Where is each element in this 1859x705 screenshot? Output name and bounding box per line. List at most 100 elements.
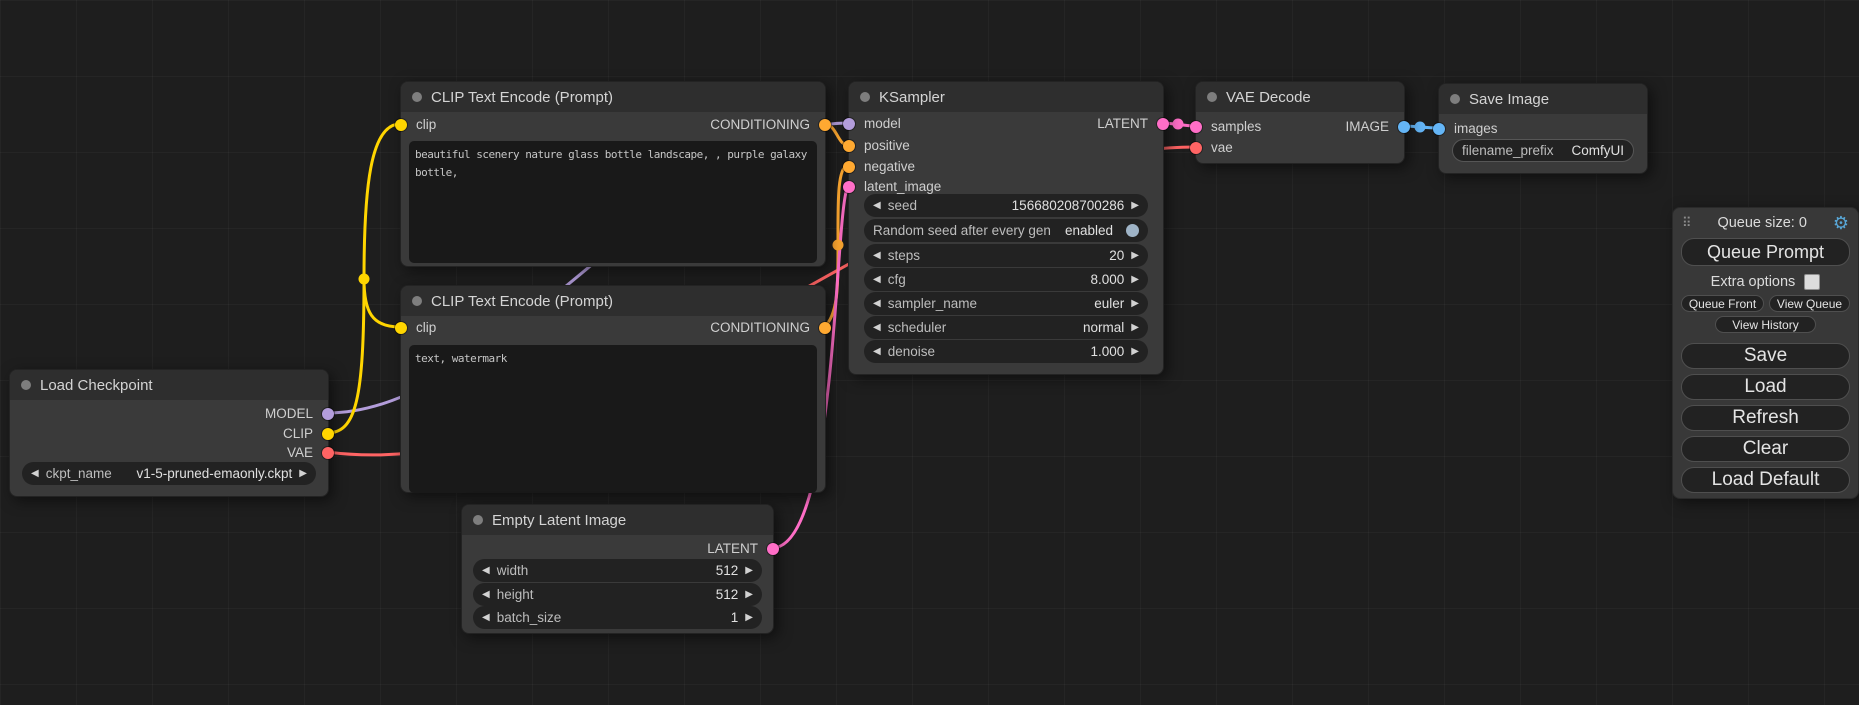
toggle-knob-icon[interactable]	[1126, 224, 1139, 237]
widget-ckpt-name[interactable]: ◀ ckpt_name v1-5-pruned-emaonly.ckpt ▶	[22, 462, 316, 485]
prev-arrow-icon[interactable]: ◀	[873, 299, 881, 309]
extra-options-label: Extra options	[1711, 274, 1796, 290]
node-vae-decode[interactable]: VAE Decode samples vae IMAGE	[1195, 81, 1405, 164]
node-title: VAE Decode	[1226, 89, 1311, 106]
node-empty-latent-image[interactable]: Empty Latent Image LATENT ◀ width 512 ▶ …	[461, 504, 774, 634]
input-dot-latent-image[interactable]	[843, 181, 855, 193]
output-dot-conditioning[interactable]	[819, 119, 831, 131]
save-button[interactable]: Save	[1681, 343, 1850, 369]
output-dot-vae[interactable]	[322, 447, 334, 459]
node-title-bar[interactable]: CLIP Text Encode (Prompt)	[401, 286, 825, 316]
output-dot-model[interactable]	[322, 408, 334, 420]
input-dot-images[interactable]	[1433, 123, 1445, 135]
widget-scheduler[interactable]: ◀ scheduler normal ▶	[864, 316, 1148, 339]
widget-seed[interactable]: ◀ seed 156680208700286 ▶	[864, 194, 1148, 217]
prompt-textarea[interactable]: text, watermark	[409, 345, 817, 493]
next-arrow-icon[interactable]: ▶	[1131, 201, 1139, 211]
widget-width[interactable]: ◀ width 512 ▶	[473, 559, 762, 582]
widget-random-seed[interactable]: Random seed after every gen enabled	[864, 219, 1148, 242]
widget-value: 8.000	[1091, 272, 1125, 287]
input-dot-vae[interactable]	[1190, 142, 1202, 154]
prev-arrow-icon[interactable]: ◀	[873, 201, 881, 211]
collapse-dot-icon[interactable]	[860, 92, 870, 102]
refresh-button[interactable]: Refresh	[1681, 405, 1850, 431]
input-dot-positive[interactable]	[843, 140, 855, 152]
node-title-bar[interactable]: Empty Latent Image	[462, 505, 773, 535]
widget-value: euler	[1094, 296, 1124, 311]
output-dot-conditioning[interactable]	[819, 322, 831, 334]
widget-value: v1-5-pruned-emaonly.ckpt	[136, 466, 292, 481]
output-dot-image[interactable]	[1398, 121, 1410, 133]
node-ksampler[interactable]: KSampler model positive negative latent_…	[848, 81, 1164, 375]
output-slot-vae: VAE	[287, 443, 313, 463]
queue-prompt-button[interactable]: Queue Prompt	[1681, 238, 1850, 266]
node-title-bar[interactable]: Load Checkpoint	[10, 370, 328, 400]
prev-arrow-icon[interactable]: ◀	[482, 613, 490, 623]
widget-cfg[interactable]: ◀ cfg 8.000 ▶	[864, 268, 1148, 291]
view-queue-button[interactable]: View Queue	[1769, 295, 1850, 312]
node-clip-text-encode-negative[interactable]: CLIP Text Encode (Prompt) clip CONDITION…	[400, 285, 826, 493]
prev-arrow-icon[interactable]: ◀	[873, 275, 881, 285]
next-arrow-icon[interactable]: ▶	[745, 613, 753, 623]
node-save-image[interactable]: Save Image images filename_prefix ComfyU…	[1438, 83, 1648, 174]
output-dot-clip[interactable]	[322, 428, 334, 440]
collapse-dot-icon[interactable]	[1450, 94, 1460, 104]
node-title-bar[interactable]: KSampler	[849, 82, 1163, 112]
view-history-button[interactable]: View History	[1715, 316, 1816, 333]
graph-canvas[interactable]: Load Checkpoint MODEL CLIP VAE ◀ ckpt_na…	[0, 0, 1859, 705]
node-load-checkpoint[interactable]: Load Checkpoint MODEL CLIP VAE ◀ ckpt_na…	[9, 369, 329, 497]
widget-batch-size[interactable]: ◀ batch_size 1 ▶	[473, 606, 762, 629]
input-dot-samples[interactable]	[1190, 121, 1202, 133]
queue-front-button[interactable]: Queue Front	[1681, 295, 1764, 312]
prev-arrow-icon[interactable]: ◀	[31, 469, 39, 479]
reroute-dot-conditioning[interactable]	[833, 240, 844, 251]
input-dot-model[interactable]	[843, 118, 855, 130]
widget-label: sampler_name	[888, 296, 977, 311]
next-arrow-icon[interactable]: ▶	[745, 590, 753, 600]
input-slot-negative: negative	[864, 157, 915, 177]
widget-denoise[interactable]: ◀ denoise 1.000 ▶	[864, 340, 1148, 363]
prev-arrow-icon[interactable]: ◀	[873, 347, 881, 357]
collapse-dot-icon[interactable]	[473, 515, 483, 525]
node-title-bar[interactable]: VAE Decode	[1196, 82, 1404, 112]
node-title-bar[interactable]: CLIP Text Encode (Prompt)	[401, 82, 825, 112]
input-dot-clip[interactable]	[395, 119, 407, 131]
output-dot-latent[interactable]	[767, 543, 779, 555]
clear-button[interactable]: Clear	[1681, 436, 1850, 462]
settings-gear-icon[interactable]: ⚙	[1833, 214, 1849, 232]
input-dot-negative[interactable]	[843, 161, 855, 173]
next-arrow-icon[interactable]: ▶	[745, 566, 753, 576]
collapse-dot-icon[interactable]	[21, 380, 31, 390]
load-button[interactable]: Load	[1681, 374, 1850, 400]
next-arrow-icon[interactable]: ▶	[1131, 275, 1139, 285]
prev-arrow-icon[interactable]: ◀	[873, 251, 881, 261]
prev-arrow-icon[interactable]: ◀	[482, 590, 490, 600]
reroute-dot-image[interactable]	[1415, 122, 1426, 133]
next-arrow-icon[interactable]: ▶	[1131, 251, 1139, 261]
widget-steps[interactable]: ◀ steps 20 ▶	[864, 244, 1148, 267]
collapse-dot-icon[interactable]	[1207, 92, 1217, 102]
drag-handle-icon[interactable]: ⠿	[1682, 215, 1692, 231]
input-dot-clip[interactable]	[395, 322, 407, 334]
prompt-textarea[interactable]: beautiful scenery nature glass bottle la…	[409, 141, 817, 263]
widget-sampler-name[interactable]: ◀ sampler_name euler ▶	[864, 292, 1148, 315]
next-arrow-icon[interactable]: ▶	[1131, 323, 1139, 333]
next-arrow-icon[interactable]: ▶	[299, 469, 307, 479]
reroute-dot-clip[interactable]	[359, 274, 370, 285]
prev-arrow-icon[interactable]: ◀	[873, 323, 881, 333]
output-dot-latent[interactable]	[1157, 118, 1169, 130]
node-title-bar[interactable]: Save Image	[1439, 84, 1647, 114]
widget-height[interactable]: ◀ height 512 ▶	[473, 583, 762, 606]
input-slot-clip: clip	[416, 318, 436, 338]
collapse-dot-icon[interactable]	[412, 92, 422, 102]
collapse-dot-icon[interactable]	[412, 296, 422, 306]
extra-options-checkbox[interactable]	[1804, 274, 1820, 290]
node-clip-text-encode-positive[interactable]: CLIP Text Encode (Prompt) clip CONDITION…	[400, 81, 826, 267]
next-arrow-icon[interactable]: ▶	[1131, 299, 1139, 309]
reroute-dot-latent[interactable]	[1173, 119, 1184, 130]
load-default-button[interactable]: Load Default	[1681, 467, 1850, 493]
prev-arrow-icon[interactable]: ◀	[482, 566, 490, 576]
extra-options-row: Extra options	[1673, 271, 1858, 293]
widget-filename-prefix[interactable]: filename_prefix ComfyUI	[1452, 139, 1634, 162]
next-arrow-icon[interactable]: ▶	[1131, 347, 1139, 357]
